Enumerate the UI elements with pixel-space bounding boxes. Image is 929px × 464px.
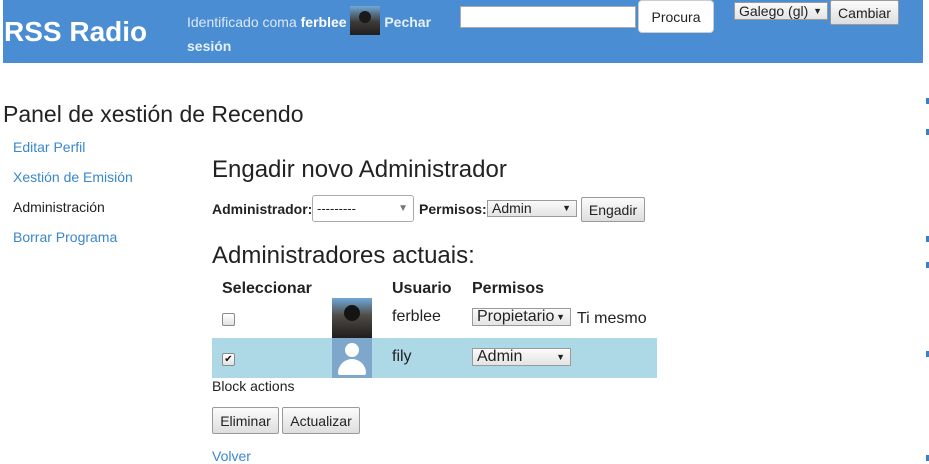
column-header-select: Seleccionar	[222, 280, 312, 297]
admin-label: Administrador:	[212, 201, 313, 217]
avatar-body	[338, 359, 366, 375]
page-title: Panel de xestión de Recendo	[3, 101, 304, 127]
row-note: Ti mesmo	[577, 310, 647, 327]
identity-info: Identificado coma ferblee Pechar sesión	[187, 6, 457, 58]
row-checkbox[interactable]	[222, 313, 235, 326]
column-header-permissions: Permisos	[472, 280, 545, 297]
scrollbar-gutter	[923, 0, 929, 464]
change-language-button[interactable]: Cambiar	[830, 0, 899, 25]
chevron-down-icon: ▼	[556, 312, 565, 322]
add-admin-button[interactable]: Engadir	[581, 197, 645, 222]
sidebar-item-delete-program[interactable]: Borrar Programa	[13, 229, 117, 245]
row-permission-select[interactable]: Admin ▼	[472, 348, 571, 366]
logout-link-part2[interactable]: sesión	[187, 38, 231, 54]
back-link[interactable]: Volver	[212, 448, 251, 464]
username-link[interactable]: ferblee	[301, 14, 347, 30]
default-avatar-icon	[332, 338, 372, 378]
chevron-down-icon: ▼	[398, 203, 408, 214]
chevron-down-icon: ▼	[562, 203, 571, 213]
chevron-down-icon: ▼	[813, 6, 822, 16]
site-logo[interactable]: RSS Radio	[4, 16, 147, 48]
language-select[interactable]: Galego (gl) ▼	[734, 2, 828, 20]
row-permission-selected: Propietario	[477, 308, 555, 325]
avatar-head	[345, 343, 359, 357]
admin-select[interactable]: --------- ▼	[312, 195, 414, 222]
row-permission-selected: Admin	[477, 348, 523, 365]
row-username: fily	[392, 348, 412, 365]
current-admins-heading: Administradores actuais:	[212, 242, 475, 269]
row-username: ferblee	[392, 308, 441, 325]
search-input[interactable]	[460, 6, 636, 28]
user-avatar[interactable]	[350, 6, 381, 35]
update-button[interactable]: Actualizar	[282, 407, 360, 434]
permissions-selected: Admin	[492, 200, 532, 216]
logout-link-part1[interactable]: Pechar	[384, 14, 431, 30]
column-header-user: Usuario	[392, 280, 452, 297]
row-permission-select[interactable]: Propietario ▼	[472, 308, 571, 326]
permissions-select[interactable]: Admin ▼	[487, 200, 577, 217]
sidebar-item-broadcast-management[interactable]: Xestión de Emisión	[13, 169, 133, 185]
permissions-label: Permisos:	[419, 201, 487, 217]
sidebar-item-administration: Administración	[13, 199, 105, 215]
language-selected: Galego (gl)	[739, 3, 809, 19]
identified-as-text: Identificado coma	[187, 14, 297, 30]
add-admin-heading: Engadir novo Administrador	[212, 156, 507, 183]
sidebar-item-edit-profile[interactable]: Editar Perfil	[13, 139, 85, 155]
search-button[interactable]: Procura	[638, 0, 714, 33]
admin-selected: ---------	[317, 201, 356, 216]
row-checkbox[interactable]: ✔	[222, 353, 235, 366]
chevron-down-icon: ▼	[556, 352, 565, 362]
delete-button[interactable]: Eliminar	[212, 407, 279, 434]
block-actions-label: Block actions	[212, 378, 295, 394]
user-avatar	[332, 298, 372, 338]
table-row-highlighted	[212, 338, 657, 378]
